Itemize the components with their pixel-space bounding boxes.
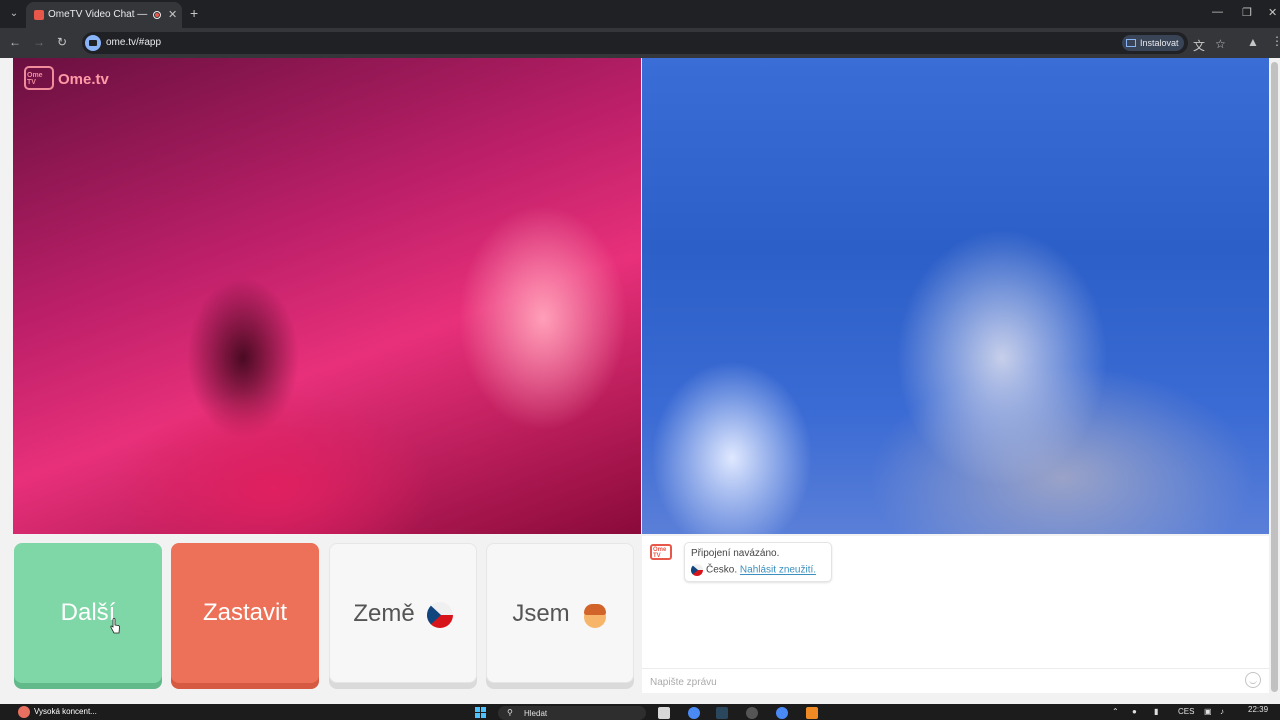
address-bar[interactable]: ome.tv/#app Instalovat 文 ☆ <box>82 32 1226 54</box>
tray-expand-icon[interactable]: ⌃ <box>1112 707 1119 716</box>
file-explorer-icon[interactable] <box>658 707 670 719</box>
country-line: Česko. Nahlásit zneužití. <box>691 564 816 576</box>
language-indicator[interactable]: CES <box>1178 707 1194 716</box>
scrollbar-thumb[interactable] <box>1271 62 1278 692</box>
site-info-icon[interactable] <box>85 35 101 51</box>
labs-flask-icon[interactable]: ▲ <box>1247 35 1259 49</box>
next-button[interactable]: Další <box>14 543 162 683</box>
tab-title: OmeTV Video Chat — Ome <box>48 9 150 20</box>
install-app-button[interactable]: Instalovat <box>1122 35 1184 51</box>
page-scrollbar[interactable] <box>1269 58 1280 704</box>
install-icon <box>1126 39 1136 47</box>
new-tab-icon[interactable]: + <box>190 5 198 21</box>
browser-toolbar: ← → ↻ ome.tv/#app Instalovat 文 ☆ ▲ ⋮ <box>0 28 1280 58</box>
app-a-icon[interactable] <box>806 707 818 719</box>
country-label: Země <box>353 600 415 627</box>
connected-message: Připojení navázáno. <box>691 548 780 559</box>
tab-search-icon[interactable]: ⌄ <box>6 6 22 22</box>
chrome-profile-icon[interactable] <box>776 707 788 719</box>
url-text[interactable]: ome.tv/#app <box>106 37 161 48</box>
chat-ometv-icon: Ome TV <box>650 544 672 560</box>
stranger-video: Ome TV Ome.tv <box>13 58 641 534</box>
recording-indicator-icon <box>153 11 161 19</box>
network-icon[interactable]: ● <box>1132 707 1137 716</box>
hand-cursor-icon <box>110 618 120 634</box>
czech-flag-icon <box>426 601 453 628</box>
ometv-favicon-icon <box>34 10 44 20</box>
back-icon[interactable]: ← <box>9 35 21 49</box>
gender-label: Jsem <box>512 600 570 627</box>
browser-tab[interactable]: OmeTV Video Chat — Ome ✕ <box>26 2 182 28</box>
tv-logo-icon: Ome TV <box>24 66 54 90</box>
stop-label: Zastavit <box>202 599 288 626</box>
stop-button[interactable]: Zastavit <box>171 543 319 683</box>
czech-flag-small-icon <box>691 564 703 576</box>
obs-icon[interactable] <box>746 707 758 719</box>
bookmark-star-icon[interactable]: ☆ <box>1215 37 1226 51</box>
microphone-icon[interactable]: ▮ <box>1154 707 1158 716</box>
minimize-icon[interactable]: — <box>1212 6 1223 18</box>
search-placeholder: Hledat <box>524 709 548 718</box>
wifi-icon[interactable]: ▣ <box>1204 707 1212 716</box>
window-close-icon[interactable]: ✕ <box>1268 6 1277 19</box>
chrome-icon[interactable] <box>688 707 700 719</box>
windows-start-icon[interactable] <box>475 707 487 719</box>
country-name: Česko. <box>706 564 738 576</box>
notification-text[interactable]: Vysoká koncent... <box>34 707 97 716</box>
chat-panel: Ome TV Připojení navázáno. Česko. Nahlás… <box>642 536 1269 693</box>
forward-icon[interactable]: → <box>33 35 45 49</box>
search-icon: ⚲ <box>507 708 513 717</box>
notification-avatar-icon[interactable] <box>18 706 30 718</box>
emoji-smiley-icon[interactable] <box>1245 672 1261 688</box>
chat-input-bar <box>642 668 1269 693</box>
gender-button[interactable]: Jsem <box>486 543 634 683</box>
menu-dots-icon[interactable]: ⋮ <box>1271 34 1280 48</box>
system-message: Připojení navázáno. Česko. Nahlásit zneu… <box>684 542 832 582</box>
self-video <box>642 58 1269 534</box>
volume-icon[interactable]: ♪ <box>1220 707 1224 716</box>
clock[interactable]: 22:39 <box>1248 705 1268 714</box>
next-label: Další <box>60 599 116 626</box>
taskbar-search[interactable]: ⚲ Hledat <box>498 706 646 720</box>
boy-emoji-icon <box>582 602 608 628</box>
windows-taskbar: Vysoká koncent... ⚲ Hledat ⌃ ● ▮ CES ▣ ♪… <box>0 704 1280 720</box>
restore-icon[interactable]: ❐ <box>1242 6 1252 19</box>
message-input[interactable] <box>648 673 1232 691</box>
report-abuse-link[interactable]: Nahlásit zneužití. <box>740 565 816 576</box>
tab-close-icon[interactable]: ✕ <box>168 8 177 21</box>
steam-icon[interactable] <box>716 707 728 719</box>
install-label: Instalovat <box>1140 38 1179 48</box>
country-button[interactable]: Země <box>329 543 477 683</box>
reload-icon[interactable]: ↻ <box>57 35 67 49</box>
browser-tab-bar: ⌄ OmeTV Video Chat — Ome ✕ + — ❐ ✕ <box>0 0 1280 28</box>
logo-wordmark: Ome.tv <box>58 71 109 88</box>
translate-icon[interactable]: 文 <box>1193 37 1205 54</box>
